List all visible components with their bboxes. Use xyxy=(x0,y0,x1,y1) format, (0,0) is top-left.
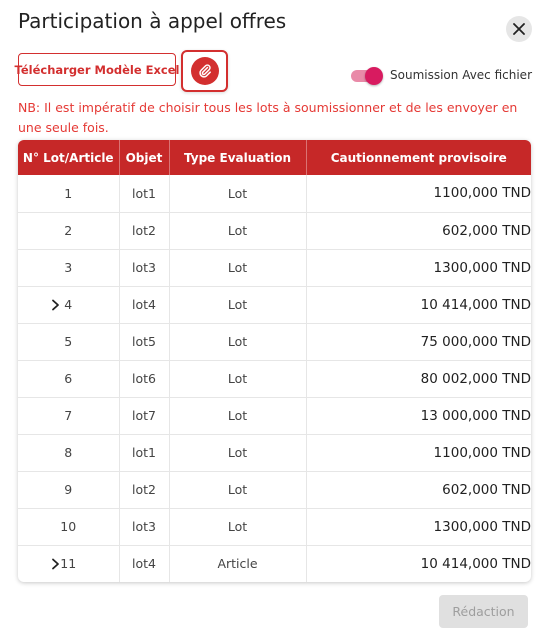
table-header-row: N° Lot/Article Objet Type Evaluation Cau… xyxy=(18,140,531,175)
chevron-right-icon[interactable] xyxy=(51,299,60,311)
type-evaluation-cell: Lot xyxy=(169,249,307,287)
lots-table-container: N° Lot/Article Objet Type Evaluation Cau… xyxy=(18,140,531,582)
cautionnement-cell: 1100,000 TND xyxy=(306,175,531,213)
notice-text: NB: Il est impératif de choisir tous les… xyxy=(18,100,518,135)
type-evaluation-cell: Lot xyxy=(169,212,307,250)
objet-cell: lot2 xyxy=(119,212,170,250)
lot-number-cell: 1 xyxy=(18,175,120,213)
objet-cell: lot3 xyxy=(119,508,170,546)
lot-number-cell: 9 xyxy=(18,471,120,509)
type-evaluation-cell: Article xyxy=(169,545,307,582)
table-row[interactable]: 5 lot5 Lot 75 000,000 TND xyxy=(18,323,531,361)
lot-number: 10 xyxy=(60,519,77,534)
lot-number: 5 xyxy=(64,334,73,349)
lot-number: 7 xyxy=(64,408,73,423)
lot-number: 4 xyxy=(64,297,73,312)
close-button[interactable] xyxy=(506,16,532,42)
lot-number: 8 xyxy=(64,445,73,460)
table-row[interactable]: 6 lot6 Lot 80 002,000 TND xyxy=(18,360,531,398)
type-evaluation-cell: Lot xyxy=(169,471,307,509)
type-evaluation-cell: Lot xyxy=(169,323,307,361)
lot-number: 6 xyxy=(64,371,73,386)
objet-cell: lot2 xyxy=(119,471,170,509)
lot-number-cell: 6 xyxy=(18,360,120,398)
objet-cell: lot1 xyxy=(119,175,170,213)
lots-table: N° Lot/Article Objet Type Evaluation Cau… xyxy=(18,140,531,582)
lot-number: 1 xyxy=(64,185,73,201)
cautionnement-cell: 602,000 TND xyxy=(306,471,531,509)
table-row[interactable]: 7 lot7 Lot 13 000,000 TND xyxy=(18,397,531,435)
submission-with-file-label: Soumission Avec fichier xyxy=(390,68,533,82)
table-row[interactable]: 11 lot4 Article 10 414,000 TND xyxy=(18,545,531,582)
table-row[interactable]: 4 lot4 Lot 10 414,000 TND xyxy=(18,286,531,324)
cautionnement-cell: 13 000,000 TND xyxy=(306,397,531,435)
dialog-title: Participation à appel offres xyxy=(18,9,287,33)
cautionnement-cell: 1100,000 TND xyxy=(306,434,531,472)
lot-number-cell: 11 xyxy=(18,545,120,582)
type-evaluation-cell: Lot xyxy=(169,360,307,398)
objet-cell: lot5 xyxy=(119,323,170,361)
cautionnement-cell: 10 414,000 TND xyxy=(306,286,531,324)
type-evaluation-cell: Lot xyxy=(169,508,307,546)
table-row[interactable]: 2 lot2 Lot 602,000 TND xyxy=(18,212,531,250)
table-row[interactable]: 1 lot1 Lot 1100,000 TND xyxy=(18,175,531,213)
lot-number: 9 xyxy=(64,482,73,497)
type-evaluation-cell: Lot xyxy=(169,397,307,435)
lot-number-cell: 7 xyxy=(18,397,120,435)
column-header-objet: Objet xyxy=(119,140,170,175)
cautionnement-cell: 1300,000 TND xyxy=(306,508,531,546)
cautionnement-cell: 602,000 TND xyxy=(306,212,531,250)
lot-number: 2 xyxy=(64,223,73,238)
type-evaluation-cell: Lot xyxy=(169,434,307,472)
cautionnement-cell: 80 002,000 TND xyxy=(306,360,531,398)
close-icon xyxy=(513,23,525,35)
table-row[interactable]: 9 lot2 Lot 602,000 TND xyxy=(18,471,531,509)
submission-with-file-toggle[interactable] xyxy=(349,67,383,85)
objet-cell: lot7 xyxy=(119,397,170,435)
cautionnement-cell: 75 000,000 TND xyxy=(306,323,531,361)
lot-number: 3 xyxy=(64,260,73,275)
lot-number-cell: 5 xyxy=(18,323,120,361)
table-row[interactable]: 10 lot3 Lot 1300,000 TND xyxy=(18,508,531,546)
objet-cell: lot4 xyxy=(119,286,170,324)
redaction-button[interactable]: Rédaction xyxy=(439,595,528,628)
lot-number-cell: 10 xyxy=(18,508,120,546)
objet-cell: lot4 xyxy=(119,545,170,582)
download-excel-template-button[interactable]: Télécharger Modèle Excel xyxy=(15,53,179,86)
table-row[interactable]: 3 lot3 Lot 1300,000 TND xyxy=(18,249,531,287)
lot-number: 11 xyxy=(60,556,77,571)
cautionnement-cell: 10 414,000 TND xyxy=(306,545,531,582)
type-evaluation-cell: Lot xyxy=(169,286,307,324)
cautionnement-cell: 1300,000 TND xyxy=(306,249,531,287)
lot-number-cell: 4 xyxy=(18,286,120,324)
lot-number-cell: 2 xyxy=(18,212,120,250)
column-header-num: N° Lot/Article xyxy=(18,140,120,175)
objet-cell: lot1 xyxy=(119,434,170,472)
objet-cell: lot6 xyxy=(119,360,170,398)
lot-number-cell: 3 xyxy=(18,249,120,287)
lot-number-cell: 8 xyxy=(18,434,120,472)
column-header-type: Type Evaluation xyxy=(169,140,307,175)
table-row[interactable]: 8 lot1 Lot 1100,000 TND xyxy=(18,434,531,472)
chevron-right-icon[interactable] xyxy=(51,558,60,570)
type-evaluation-cell: Lot xyxy=(169,175,307,213)
column-header-amount: Cautionnement provisoire xyxy=(306,140,531,175)
objet-cell: lot3 xyxy=(119,249,170,287)
attach-file-button[interactable] xyxy=(181,50,228,92)
paperclip-icon xyxy=(197,63,213,79)
